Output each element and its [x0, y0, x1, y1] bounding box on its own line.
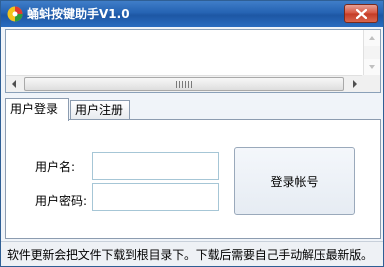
arrow-up-icon	[369, 36, 375, 40]
arrow-down-icon	[369, 65, 375, 69]
arrow-right-icon	[353, 80, 357, 88]
scroll-thumb[interactable]	[24, 77, 344, 91]
password-input[interactable]	[92, 183, 219, 211]
scroll-right-button[interactable]	[347, 76, 363, 92]
close-button[interactable]	[344, 4, 378, 23]
scrollbar-corner	[362, 75, 380, 92]
tab-user-login[interactable]: 用户登录	[5, 98, 69, 121]
tab-user-register[interactable]: 用户注册	[70, 100, 130, 120]
scroll-up-button[interactable]	[364, 30, 380, 46]
arrow-left-icon	[12, 80, 16, 88]
app-window: 蛹蚪按键助手V1.0 用户登录 用户注册 用户名: 用户密码: 登录帐号 软件更…	[0, 0, 384, 267]
title-bar[interactable]: 蛹蚪按键助手V1.0	[1, 1, 383, 27]
login-button[interactable]: 登录帐号	[234, 147, 355, 215]
log-textarea[interactable]	[5, 29, 381, 93]
username-label: 用户名:	[35, 160, 76, 174]
horizontal-scrollbar[interactable]	[6, 75, 363, 92]
close-icon	[356, 9, 367, 19]
window-title: 蛹蚪按键助手V1.0	[27, 7, 130, 21]
password-label: 用户密码:	[35, 194, 88, 208]
grip-icon	[176, 81, 194, 88]
vertical-scrollbar[interactable]	[363, 30, 380, 75]
status-bar: 软件更新会把文件下载到根目录下。下载后需要自己手动解压最新版。	[1, 241, 383, 266]
scroll-down-button[interactable]	[364, 59, 380, 75]
status-text: 软件更新会把文件下载到根目录下。下载后需要自己手动解压最新版。	[7, 248, 373, 262]
scroll-left-button[interactable]	[6, 76, 22, 92]
app-logo-icon	[7, 6, 23, 22]
login-panel: 用户名: 用户密码: 登录帐号	[5, 119, 381, 239]
username-input[interactable]	[92, 152, 219, 180]
